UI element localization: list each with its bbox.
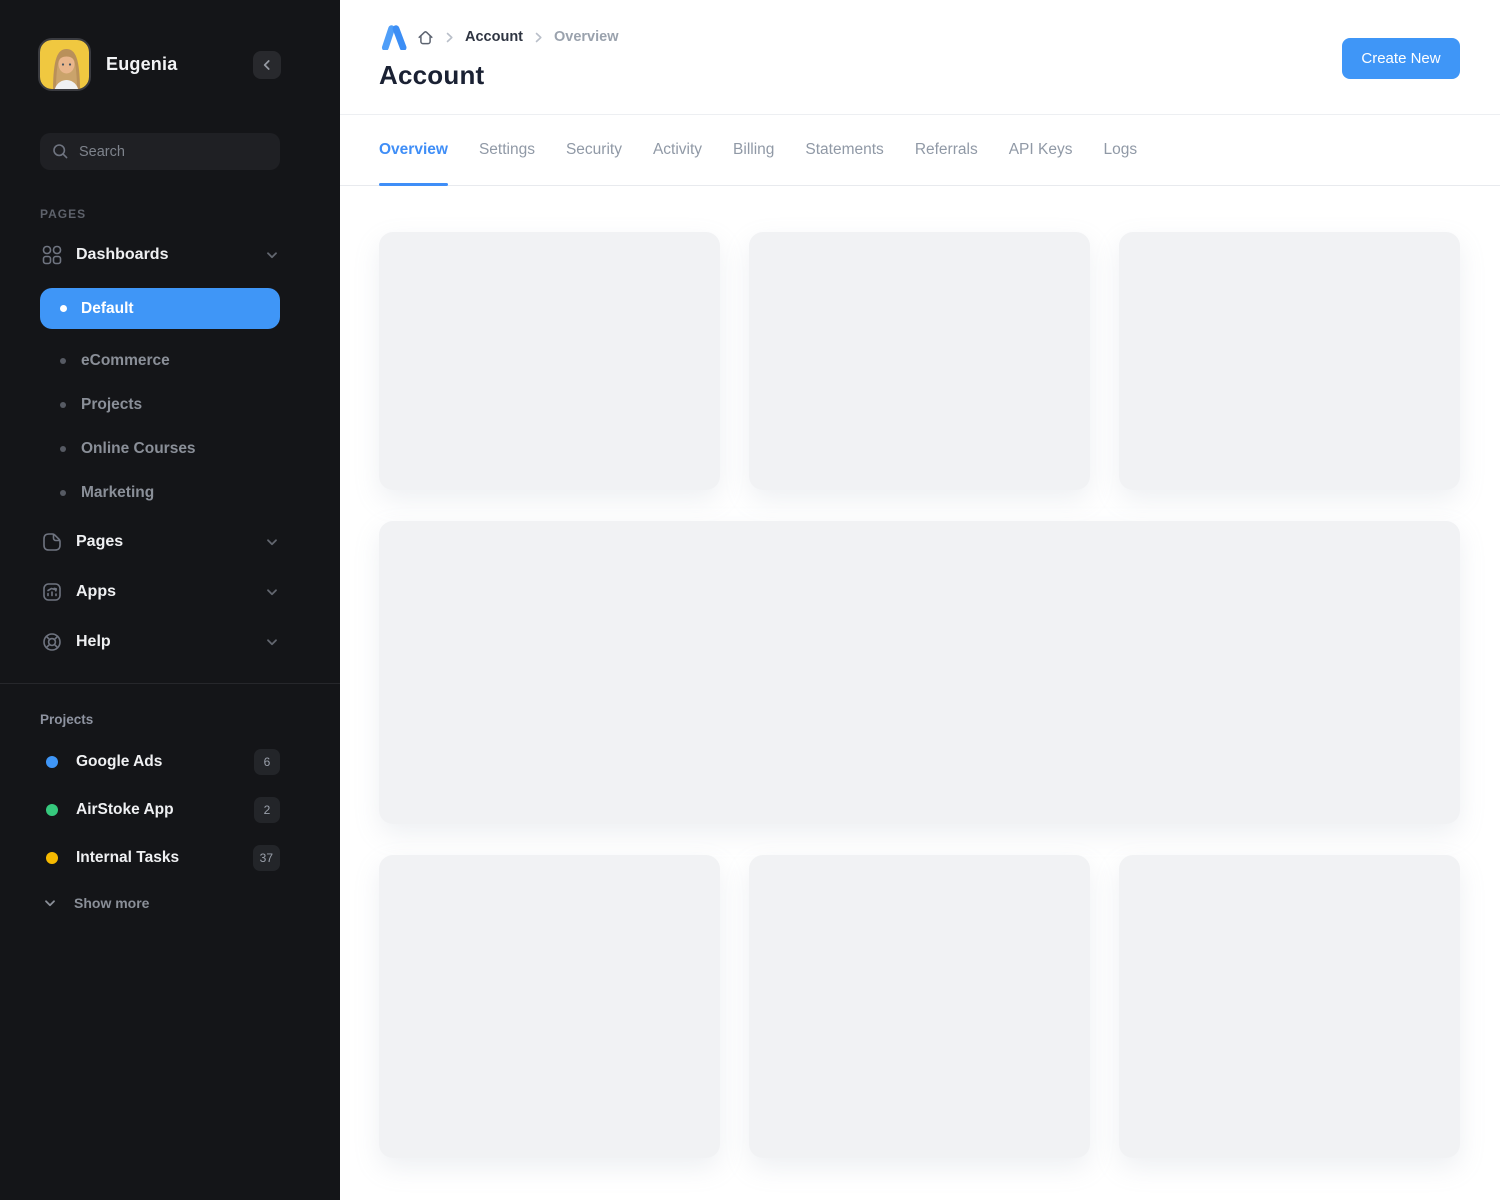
page-icon — [40, 531, 64, 553]
search-icon — [52, 143, 69, 160]
placeholder-card — [1119, 232, 1460, 490]
sidebar-item-default[interactable]: Default — [40, 288, 280, 329]
projects-section-label: Projects — [40, 712, 280, 727]
placeholder-card-wide — [379, 521, 1460, 824]
sidebar-item-label: Projects — [81, 396, 142, 414]
tab-security[interactable]: Security — [566, 115, 622, 185]
chevron-right-icon — [532, 31, 545, 44]
search-input[interactable] — [79, 144, 268, 160]
chevron-left-icon — [260, 58, 274, 72]
tab-overview[interactable]: Overview — [379, 115, 448, 185]
count-badge: 2 — [254, 797, 280, 823]
sidebar-item-label: Pages — [76, 533, 123, 551]
project-label: Google Ads — [76, 753, 162, 771]
sidebar: Eugenia PAGES Dashboards — [0, 0, 340, 1200]
chevron-down-icon — [264, 247, 280, 263]
show-more-button[interactable]: Show more — [40, 891, 280, 915]
chevron-right-icon — [443, 31, 456, 44]
main-content: Account Overview Account Create New Over… — [340, 0, 1500, 1200]
search-box[interactable] — [40, 133, 280, 170]
tab-statements[interactable]: Statements — [805, 115, 883, 185]
home-icon — [417, 29, 434, 46]
sidebar-item-label: Marketing — [81, 484, 154, 502]
sidebar-item-label: Help — [76, 633, 111, 651]
project-color-dot — [46, 852, 58, 864]
chevron-down-icon — [264, 534, 280, 550]
placeholder-card — [379, 232, 720, 490]
project-color-dot — [46, 804, 58, 816]
placeholder-card — [1119, 855, 1460, 1158]
sidebar-item-label: Dashboards — [76, 246, 168, 264]
breadcrumb-home[interactable] — [417, 29, 434, 46]
project-item-internal-tasks[interactable]: Internal Tasks 37 — [40, 845, 280, 871]
breadcrumb-item-overview: Overview — [554, 29, 619, 45]
sidebar-item-apps[interactable]: Apps — [40, 579, 280, 605]
content-area — [340, 186, 1500, 1158]
sidebar-collapse-button[interactable] — [253, 51, 281, 79]
sidebar-item-label: Online Courses — [81, 440, 196, 458]
count-badge: 6 — [254, 749, 280, 775]
sidebar-item-label: Apps — [76, 583, 116, 601]
bullet-dot — [60, 402, 66, 408]
tab-settings[interactable]: Settings — [479, 115, 535, 185]
page-header: Account Overview Account Create New — [340, 0, 1500, 115]
bullet-dot — [60, 358, 66, 364]
user-name: Eugenia — [106, 54, 177, 75]
sidebar-item-dashboards[interactable]: Dashboards — [40, 243, 280, 267]
sidebar-item-projects[interactable]: Projects — [40, 393, 280, 417]
breadcrumb: Account Overview — [379, 24, 1460, 50]
placeholder-card — [379, 855, 720, 1158]
project-item-airstoke-app[interactable]: AirStoke App 2 — [40, 797, 280, 823]
project-label: AirStoke App — [76, 801, 174, 819]
project-label: Internal Tasks — [76, 849, 179, 867]
bullet-dot — [60, 305, 67, 312]
grid-icon — [40, 244, 64, 266]
bullet-dot — [60, 446, 66, 452]
app-logo-icon — [379, 25, 408, 50]
project-item-google-ads[interactable]: Google Ads 6 — [40, 749, 280, 775]
avatar-image — [40, 40, 91, 91]
create-new-button[interactable]: Create New — [1342, 38, 1460, 79]
show-more-label: Show more — [74, 895, 149, 911]
placeholder-card — [749, 232, 1090, 490]
project-color-dot — [46, 756, 58, 768]
tab-bar: Overview Settings Security Activity Bill… — [340, 115, 1500, 186]
tab-logs[interactable]: Logs — [1103, 115, 1137, 185]
user-row: Eugenia — [38, 38, 340, 91]
chevron-down-icon — [264, 584, 280, 600]
avatar[interactable] — [38, 38, 91, 91]
bullet-dot — [60, 490, 66, 496]
sidebar-item-label: eCommerce — [81, 352, 170, 370]
sidebar-item-pages[interactable]: Pages — [40, 529, 280, 555]
sidebar-item-help[interactable]: Help — [40, 629, 280, 655]
page-title: Account — [379, 60, 1460, 91]
chevron-down-icon — [42, 895, 58, 911]
pages-section-label: PAGES — [40, 207, 280, 221]
tab-billing[interactable]: Billing — [733, 115, 774, 185]
chart-icon — [40, 581, 64, 603]
lifebuoy-icon — [40, 631, 64, 653]
count-badge: 37 — [253, 845, 280, 871]
tab-activity[interactable]: Activity — [653, 115, 702, 185]
tab-referrals[interactable]: Referrals — [915, 115, 978, 185]
breadcrumb-item-account[interactable]: Account — [465, 29, 523, 45]
tab-api-keys[interactable]: API Keys — [1009, 115, 1073, 185]
chevron-down-icon — [264, 634, 280, 650]
sidebar-item-marketing[interactable]: Marketing — [40, 481, 280, 505]
sidebar-divider — [0, 683, 340, 684]
sidebar-item-online-courses[interactable]: Online Courses — [40, 437, 280, 461]
sidebar-item-ecommerce[interactable]: eCommerce — [40, 349, 280, 373]
placeholder-card — [749, 855, 1090, 1158]
sidebar-item-label: Default — [81, 300, 134, 318]
